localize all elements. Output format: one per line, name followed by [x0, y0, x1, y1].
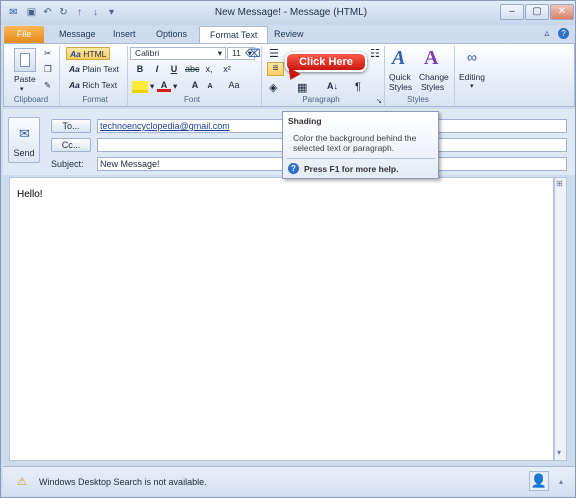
chevron-down-icon[interactable]: ▾ [150, 81, 154, 92]
paste-dropdown-icon[interactable]: ▾ [20, 85, 24, 93]
tab-file[interactable]: File [4, 26, 44, 43]
bullets-icon[interactable]: ☰ [269, 47, 279, 60]
line-spacing-icon[interactable]: ☷ [370, 47, 380, 60]
group-separator [127, 46, 128, 106]
underline-button[interactable]: U [167, 63, 181, 76]
cc-button[interactable]: Cc... [51, 138, 91, 152]
shading-tooltip: Shading Color the background behind the … [282, 111, 439, 179]
binoculars-icon[interactable]: ∞ [467, 49, 477, 65]
tab-format-text[interactable]: Format Text [199, 26, 269, 43]
avatar[interactable]: 👤 [529, 471, 549, 491]
collapse-ribbon-icon[interactable]: ▵ [544, 28, 549, 39]
help-icon: ? [288, 163, 299, 174]
font-name-combo[interactable]: Calibri ▾ [130, 47, 226, 60]
to-button[interactable]: To... [51, 119, 91, 133]
change-styles-label[interactable]: Change [419, 72, 449, 82]
ribbon-tabs: File Message Insert Options Format Text … [1, 25, 575, 43]
people-pane-toggle-icon[interactable]: ▴ [559, 477, 563, 486]
down-arrow-icon[interactable]: ↓ [89, 6, 102, 19]
editing-button[interactable]: Editing [459, 72, 485, 82]
font-color-icon[interactable]: A [157, 79, 171, 92]
save-icon[interactable]: ▣ [25, 6, 38, 19]
change-styles-icon[interactable]: A [424, 47, 438, 70]
format-rich-text-button[interactable]: Aa Rich Text [66, 79, 126, 92]
format-painter-icon[interactable]: ✎ [44, 80, 51, 91]
superscript-button[interactable]: x² [220, 63, 234, 76]
redo-icon[interactable]: ↻ [57, 6, 70, 19]
highlight-icon[interactable] [132, 81, 148, 93]
customize-toolbar-icon[interactable]: ▾ [105, 6, 118, 19]
chevron-down-icon: ▾ [217, 48, 222, 58]
tab-options[interactable]: Options [146, 26, 197, 43]
tab-insert[interactable]: Insert [103, 26, 146, 43]
up-arrow-icon[interactable]: ↑ [73, 6, 86, 19]
send-button[interactable]: ✉ Send [8, 117, 40, 163]
scroll-down-icon[interactable]: ▾ [557, 448, 561, 457]
message-body-editor[interactable]: Hello! [9, 177, 554, 461]
group-separator [59, 46, 60, 106]
status-bar: ⚠ Windows Desktop Search is not availabl… [3, 466, 575, 496]
help-icon[interactable]: ? [558, 28, 569, 39]
group-label-format: Format [82, 95, 108, 104]
grow-font-button[interactable]: A [188, 79, 202, 92]
undo-icon[interactable]: ↶ [41, 6, 54, 19]
paste-icon[interactable] [14, 48, 36, 72]
italic-button[interactable]: I [150, 63, 164, 76]
chevron-down-icon[interactable]: ▾ [173, 81, 177, 92]
group-separator [384, 46, 385, 106]
group-label-styles: Styles [407, 95, 429, 104]
vertical-scrollbar[interactable]: ⊞ ▾ [554, 177, 567, 461]
paste-button-label[interactable]: Paste [14, 74, 36, 84]
send-envelope-icon: ✉ [19, 126, 30, 141]
tab-review[interactable]: Review [264, 26, 314, 43]
tooltip-divider [287, 158, 435, 159]
outlook-logo-icon: ✉ [9, 7, 18, 18]
change-styles-label-2[interactable]: Styles [421, 82, 444, 92]
strikethrough-button[interactable]: abc [185, 63, 200, 76]
close-button[interactable]: ✕ [550, 4, 574, 20]
format-plain-text-button[interactable]: Aa Plain Text [66, 63, 126, 76]
status-message: Windows Desktop Search is not available. [39, 477, 207, 487]
format-html-button[interactable]: Aa HTML [66, 47, 110, 60]
maximize-button[interactable]: ▢ [525, 4, 549, 20]
warning-icon: ⚠ [17, 476, 27, 488]
message-body-text: Hello! [17, 189, 43, 200]
sort-icon[interactable]: A↓ [327, 81, 338, 91]
ruler-toggle-icon[interactable]: ⊞ [556, 179, 563, 188]
shrink-font-button[interactable]: A [203, 80, 217, 93]
show-formatting-button[interactable]: ¶ [355, 81, 361, 93]
tab-message[interactable]: Message [49, 26, 106, 43]
minimize-button[interactable]: – [500, 4, 524, 20]
send-label: Send [13, 148, 35, 158]
title-bar: ✉ ▣ ↶ ↻ ↑ ↓ ▾ New Message! - Message (HT… [1, 1, 575, 25]
group-separator [261, 46, 262, 106]
bold-button[interactable]: B [133, 63, 147, 76]
quick-styles-label-2[interactable]: Styles [389, 82, 412, 92]
subscript-button[interactable]: x, [202, 63, 216, 76]
click-here-callout: Click Here [285, 52, 367, 72]
shading-icon[interactable]: ◈ [269, 81, 277, 94]
group-label-font: Font [183, 95, 200, 104]
group-label-clipboard: Clipboard [13, 95, 49, 104]
dialog-launcher-icon[interactable]: ↘ [376, 97, 382, 105]
quick-styles-label[interactable]: Quick [389, 72, 411, 82]
change-case-button[interactable]: Aa [227, 79, 241, 92]
subject-label: Subject: [51, 159, 84, 169]
borders-icon[interactable]: ▦ [297, 81, 307, 94]
tooltip-help-text: Press F1 for more help. [304, 164, 399, 174]
group-separator [454, 46, 455, 106]
group-label-paragraph: Paragraph [302, 95, 340, 104]
copy-icon[interactable]: ❐ [44, 64, 52, 75]
ribbon-help-controls: ▵ ? [544, 28, 569, 39]
cut-icon[interactable]: ✂ [44, 48, 51, 59]
tooltip-description: Color the background behind the selected… [293, 133, 417, 153]
chevron-down-icon[interactable]: ▾ [470, 82, 474, 90]
window-title: New Message! - Message (HTML) [214, 7, 368, 18]
tooltip-title: Shading [288, 116, 322, 126]
outlook-message-window: ✉ ▣ ↶ ↻ ↑ ↓ ▾ New Message! - Message (HT… [0, 0, 576, 498]
quick-styles-icon[interactable]: A [392, 47, 405, 70]
align-left-icon[interactable]: ≡ [267, 62, 284, 76]
clear-formatting-icon[interactable]: ⌫ [245, 47, 261, 60]
